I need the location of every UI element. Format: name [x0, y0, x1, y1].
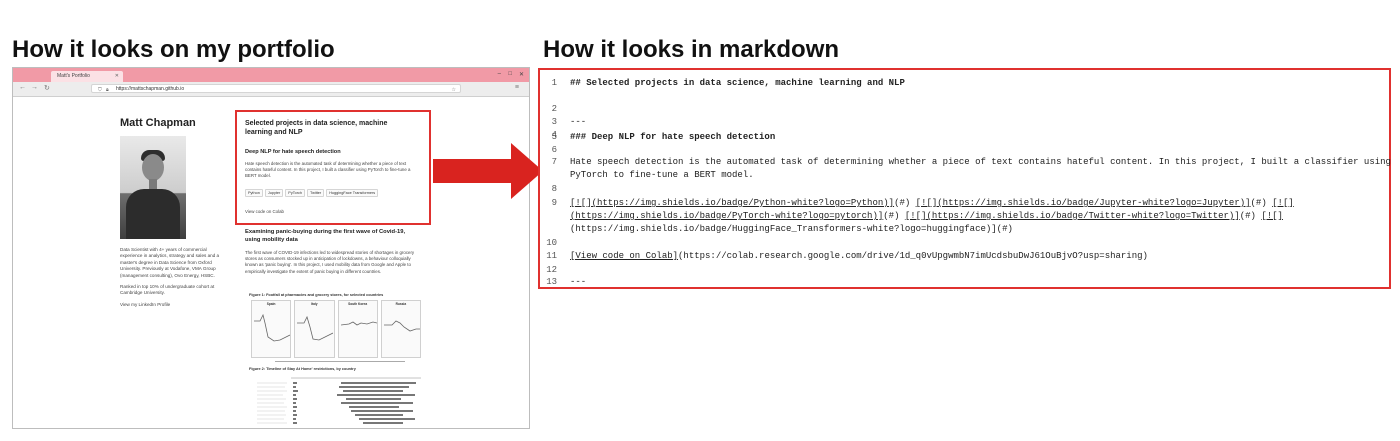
- markdown-link[interactable]: [View code on Colab]: [570, 251, 678, 261]
- line-text: [View code on Colab](https://colab.resea…: [570, 251, 1385, 262]
- markdown-link[interactable]: [![](https://img.shields.io/badge/Python…: [570, 198, 894, 208]
- line-number: 6: [551, 145, 557, 155]
- line-text-bold: ### Deep NLP for hate speech detection: [570, 132, 776, 142]
- linkedin-link[interactable]: View my LinkedIn Profile: [120, 302, 220, 308]
- line-number: 8: [551, 184, 557, 194]
- line-text: ### Deep NLP for hate speech detection: [570, 132, 1385, 143]
- line-text: ---: [570, 277, 587, 287]
- markdown-editor: 1 ## Selected projects in data science, …: [538, 68, 1391, 289]
- browser-tab[interactable]: Matt's Portfolio ✕: [51, 71, 123, 82]
- project-description: Hate speech detection is the automated t…: [245, 161, 411, 179]
- chart-panel: South Korea: [337, 300, 378, 358]
- line-text-wrapped: (https://img.shields.io/badge/PyTorch-wh…: [570, 211, 1385, 222]
- chart-panel: Spain: [251, 300, 292, 358]
- chart-panel: Russia: [380, 300, 421, 358]
- address-bar: ← → ↻ ⛉ 🔒︎ https://mattschapman.github.i…: [13, 82, 529, 97]
- line-number: 5: [551, 132, 557, 142]
- maximize-icon[interactable]: □: [508, 71, 512, 77]
- line-text-part: (#): [1239, 211, 1262, 221]
- line-number: 1: [551, 78, 557, 88]
- line-number: 10: [546, 238, 557, 248]
- badge-twitter[interactable]: Twitter: [307, 189, 325, 197]
- chart-panel: Italy: [294, 300, 335, 358]
- line-text-wrapped: (https://img.shields.io/badge/HuggingFac…: [570, 224, 1013, 234]
- lock-icon: 🔒︎: [106, 87, 109, 93]
- line-text: [![](https://img.shields.io/badge/Python…: [570, 198, 1385, 209]
- projects-section-title: Selected projects in data science, machi…: [245, 120, 388, 136]
- badge-jupyter[interactable]: Jupyter: [264, 189, 284, 197]
- bio: Data Scientist with 4+ years of commerci…: [120, 247, 220, 313]
- project-title: Examining panic-buying during the first …: [245, 229, 406, 243]
- bio-text: Data Scientist with 4+ years of commerci…: [120, 247, 220, 278]
- chart-panel-label: Spain: [266, 302, 276, 306]
- markdown-link[interactable]: [![](https://img.shields.io/badge/Twitte…: [905, 211, 1240, 221]
- line-number: 3: [551, 117, 557, 127]
- project-title: Deep NLP for hate speech detection: [245, 149, 341, 155]
- badge-python[interactable]: Python: [245, 189, 263, 197]
- line-text-wrapped: PyTorch to fine-tune a BERT model.: [570, 170, 754, 180]
- badge-row: Python Jupyter PyTorch Twitter HuggingFa…: [245, 189, 423, 197]
- project-description: The first wave of COVID-19 infections le…: [245, 250, 415, 274]
- line-text: Hate speech detection is the automated t…: [570, 157, 1391, 167]
- figure-1: Spain Italy South Korea Russia: [251, 300, 421, 358]
- markdown-link[interactable]: (https://img.shields.io/badge/PyTorch-wh…: [570, 211, 883, 221]
- badge-pytorch[interactable]: PyTorch: [285, 189, 305, 197]
- figure-2: [257, 377, 421, 424]
- figure-caption: Figure 1: Footfall at pharmacies and gro…: [249, 293, 384, 297]
- line-text-part: (#): [1250, 198, 1273, 208]
- line-text-part: (https://colab.research.google.com/drive…: [678, 251, 1148, 261]
- colab-link[interactable]: View code on Colab: [245, 209, 284, 214]
- line-number: 7: [551, 157, 557, 167]
- bio-ranking: Ranked in top 10% of undergraduate cohor…: [120, 284, 215, 296]
- figure-legend: [275, 361, 405, 365]
- line-text: ---: [570, 117, 587, 127]
- line-text: ## Selected projects in data science, ma…: [570, 78, 1385, 89]
- browser-tab-bar: Matt's Portfolio ✕ – □ ✕: [13, 68, 529, 82]
- url-field[interactable]: ⛉ 🔒︎ https://mattschapman.github.io ☆: [91, 84, 461, 93]
- chart-panel-label: Italy: [311, 302, 318, 306]
- badge-huggingface[interactable]: HuggingFace Transformers: [326, 189, 379, 197]
- line-number: 11: [546, 251, 557, 261]
- line-number: 12: [546, 265, 557, 275]
- line-number: 9: [551, 198, 557, 208]
- figure-caption: Figure 2: Timeline of Stay At Home' rest…: [249, 367, 356, 371]
- markdown-link[interactable]: [![]: [1272, 198, 1294, 208]
- arrow-right-icon: [433, 143, 543, 199]
- menu-icon[interactable]: ≡: [515, 84, 519, 91]
- bookmark-star-icon[interactable]: ☆: [452, 86, 456, 95]
- reload-icon[interactable]: ↻: [44, 84, 50, 92]
- window-close-icon[interactable]: ✕: [519, 71, 524, 78]
- back-icon[interactable]: ←: [19, 84, 26, 91]
- chart-panel-label: Russia: [395, 302, 407, 306]
- line-text-part: (#): [883, 211, 905, 221]
- chart-panel-label: South Korea: [348, 302, 368, 306]
- close-icon[interactable]: ✕: [115, 71, 119, 82]
- line-text-bold: ## Selected projects in data science, ma…: [570, 78, 905, 88]
- portfolio-name: Matt Chapman: [120, 117, 196, 129]
- line-number: 2: [551, 104, 557, 114]
- shield-icon: ⛉: [98, 87, 102, 93]
- portfolio-heading: How it looks on my portfolio: [12, 36, 335, 63]
- markdown-link[interactable]: [![](https://img.shields.io/badge/Jupyte…: [916, 198, 1251, 208]
- browser-screenshot: Matt's Portfolio ✕ – □ ✕ ← → ↻ ⛉ 🔒︎ http…: [12, 67, 530, 429]
- markdown-heading: How it looks in markdown: [543, 36, 840, 63]
- minimize-icon[interactable]: –: [498, 71, 501, 77]
- forward-icon[interactable]: →: [31, 84, 38, 91]
- line-text-part: (#): [894, 198, 916, 208]
- url-text: https://mattschapman.github.io: [116, 86, 185, 92]
- markdown-link[interactable]: [![]: [1261, 211, 1283, 221]
- browser-tab-title: Matt's Portfolio: [57, 73, 90, 79]
- line-number: 13: [546, 277, 557, 287]
- profile-photo: [120, 136, 186, 239]
